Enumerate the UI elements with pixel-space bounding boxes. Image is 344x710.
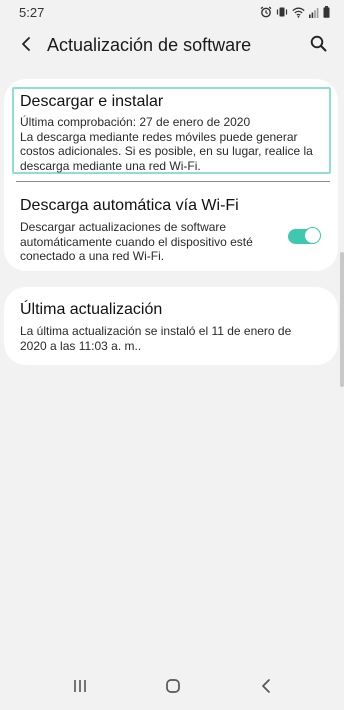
back-button[interactable] bbox=[14, 34, 38, 58]
signal-icon bbox=[309, 7, 319, 18]
download-install-title: Descargar e instalar bbox=[20, 93, 164, 110]
download-install-description: Última comprobación: 27 de enero de 2020… bbox=[20, 115, 313, 173]
page-title: Actualización de software bbox=[47, 35, 252, 55]
auto-download-toggle[interactable] bbox=[288, 227, 321, 245]
updates-card: Descargar e instalar Última comprobación… bbox=[4, 79, 338, 271]
alarm-icon bbox=[260, 6, 272, 18]
chevron-left-icon bbox=[19, 36, 33, 57]
toggle-knob bbox=[304, 227, 321, 244]
last-update-card: Última actualización La última actualiza… bbox=[4, 287, 338, 365]
status-time: 5:27 bbox=[19, 4, 45, 20]
divider bbox=[16, 181, 330, 182]
recent-apps-icon bbox=[73, 679, 87, 698]
last-update-item[interactable]: Última actualización La última actualiza… bbox=[4, 287, 338, 365]
auto-download-item[interactable]: Descarga automática vía Wi-Fi Descargar … bbox=[4, 189, 338, 265]
battery-icon bbox=[323, 6, 330, 18]
recent-apps-button[interactable] bbox=[68, 676, 92, 700]
status-icons bbox=[260, 6, 330, 18]
home-icon bbox=[165, 678, 181, 699]
wifi-icon bbox=[292, 7, 305, 18]
last-update-title: Última actualización bbox=[20, 301, 163, 318]
auto-download-title: Descarga automática vía Wi-Fi bbox=[20, 197, 239, 214]
navigation-bar bbox=[0, 670, 344, 706]
scroll-indicator[interactable] bbox=[340, 252, 344, 387]
home-button[interactable] bbox=[161, 676, 185, 700]
app-header: Actualización de software bbox=[0, 28, 344, 64]
search-icon bbox=[310, 35, 327, 57]
download-install-item[interactable]: Descargar e instalar Última comprobación… bbox=[12, 87, 331, 174]
nav-back-button[interactable] bbox=[254, 676, 278, 700]
search-button[interactable] bbox=[306, 34, 330, 58]
last-update-description: La última actualización se instaló el 11… bbox=[20, 324, 292, 353]
auto-download-description: Descargar actualizaciones de software au… bbox=[20, 220, 253, 263]
vibrate-icon bbox=[276, 6, 288, 18]
back-icon bbox=[260, 678, 272, 699]
status-bar: 5:27 bbox=[0, 0, 344, 24]
